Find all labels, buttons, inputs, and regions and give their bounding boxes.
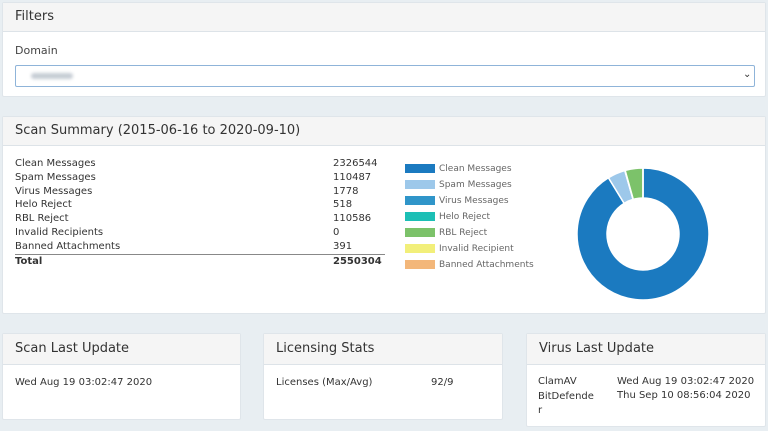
engine-name: ClamAV [538,376,577,387]
engine-name: BitDefender [538,391,594,416]
summary-label: Banned Attachments [15,240,121,252]
legend-swatch [405,228,435,237]
summary-value: 518 [333,199,353,211]
legend-label: Banned Attachments [439,260,534,270]
legend-label: RBL Reject [439,228,488,238]
donut-chart [576,167,710,301]
virus-last-update-panel: Virus Last Update ClamAV Wed Aug 19 03:0… [526,333,766,427]
legend-item[interactable]: RBL Reject [405,228,487,240]
legend-item[interactable]: Invalid Recipient [405,244,514,256]
summary-row: Helo Reject 518 [15,198,385,212]
summary-label: Clean Messages [15,158,96,169]
summary-value: 110487 [333,171,372,183]
summary-value: 110586 [333,213,372,225]
scan-last-update-panel: Scan Last Update Wed Aug 19 03:02:47 202… [2,333,241,420]
scan-summary-panel: Scan Summary (2015-06-16 to 2020-09-10) … [2,116,766,314]
legend-swatch [405,196,435,205]
legend-item[interactable]: Spam Messages [405,180,512,192]
legend-item[interactable]: Banned Attachments [405,260,534,272]
domain-label: Domain [15,44,58,57]
summary-label: Spam Messages [15,171,96,183]
domain-value-blurred [31,73,73,79]
legend-label: Spam Messages [439,180,512,190]
legend-label: Helo Reject [439,212,491,222]
summary-value: 0 [333,227,340,238]
summary-total-value: 2550304 [333,255,382,267]
summary-label: Invalid Recipients [15,227,104,238]
summary-label: Helo Reject [15,199,72,211]
licenses-label: Licenses (Max/Avg) [276,377,373,388]
summary-total-row: Total 2550304 [15,253,385,268]
summary-row: Clean Messages 2326544 [15,157,385,171]
summary-value: 1778 [333,185,359,197]
summary-value: 391 [333,240,353,252]
filters-title: Filters [3,3,765,32]
legend-swatch [405,180,435,189]
scan-last-update-title: Scan Last Update [3,334,240,365]
legend-item[interactable]: Virus Messages [405,196,509,208]
scan-last-update-value: Wed Aug 19 03:02:47 2020 [15,377,153,388]
summary-row: Banned Attachments 391 [15,240,385,254]
legend-label: Invalid Recipient [439,244,514,254]
legend-item[interactable]: Clean Messages [405,164,512,176]
summary-row: Invalid Recipients 0 [15,226,385,240]
filters-panel: Filters Domain ⌄ [2,2,766,97]
legend-swatch [405,212,435,221]
engine-date: Thu Sep 10 08:56:04 2020 [617,390,751,401]
legend-label: Clean Messages [439,164,512,174]
summary-value: 2326544 [333,158,378,169]
scan-summary-title: Scan Summary (2015-06-16 to 2020-09-10) [3,117,765,146]
engine-date: Wed Aug 19 03:02:47 2020 [617,376,755,387]
summary-label: Virus Messages [15,185,93,197]
virus-last-update-title: Virus Last Update [527,334,765,365]
licensing-stats-title: Licensing Stats [264,334,502,365]
summary-label: RBL Reject [15,213,69,225]
chevron-down-icon: ⌄ [743,69,752,80]
summary-row: RBL Reject 110586 [15,212,385,226]
legend-swatch [405,260,435,269]
summary-row: Virus Messages 1778 [15,185,385,199]
legend-label: Virus Messages [439,196,509,206]
legend-swatch [405,164,435,173]
licensing-stats-panel: Licensing Stats Licenses (Max/Avg) 92/9 [263,333,503,420]
domain-select[interactable] [15,65,755,87]
legend-item[interactable]: Helo Reject [405,212,490,224]
summary-row: Spam Messages 110487 [15,171,385,185]
summary-total-label: Total [15,255,43,267]
legend-swatch [405,244,435,253]
licenses-value: 92/9 [431,377,454,388]
